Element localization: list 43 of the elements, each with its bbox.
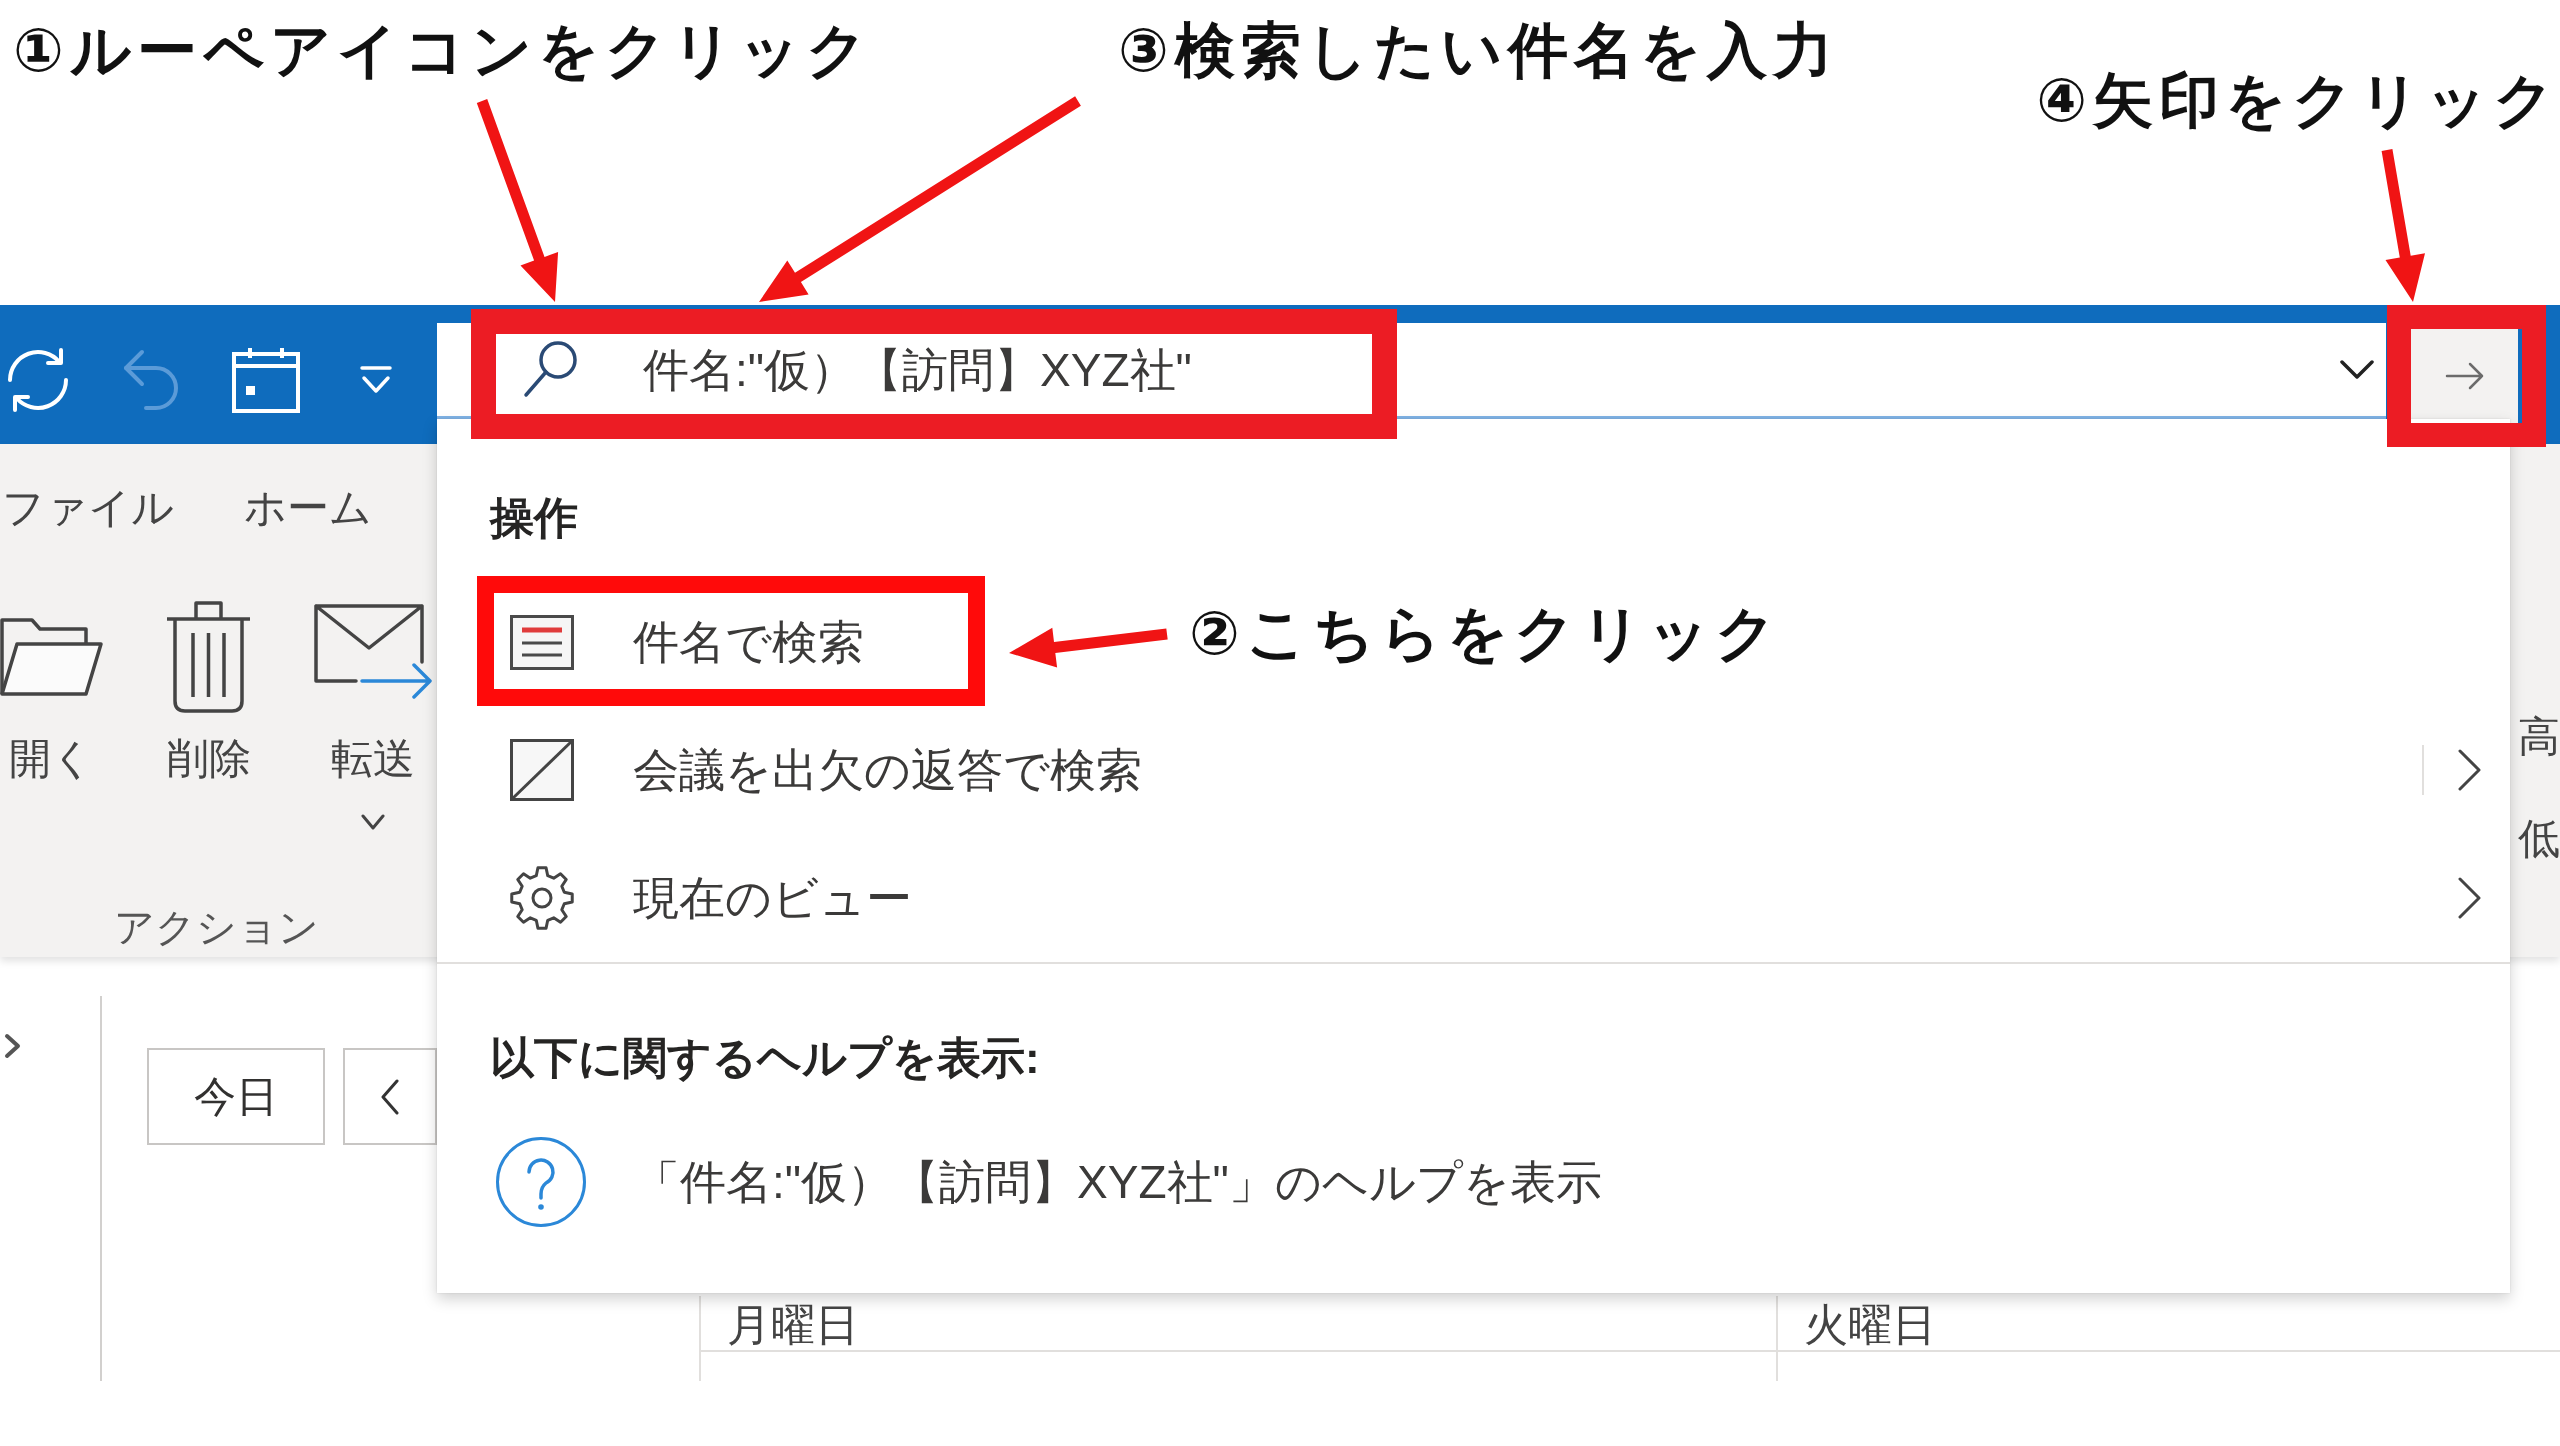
chevron-down-icon[interactable] xyxy=(2340,359,2374,380)
ribbon-button-label[interactable]: 高 xyxy=(2518,712,2560,762)
arrow-icon xyxy=(759,96,1081,302)
refresh-icon[interactable] xyxy=(6,346,70,413)
today-button[interactable]: 今日 xyxy=(147,1048,325,1145)
chevron-left-icon xyxy=(380,1078,400,1115)
trash-icon xyxy=(165,599,252,713)
callout-text: ④矢印をクリック xyxy=(2036,64,2560,136)
search-query[interactable]: 件名:"仮）【訪問】XYZ社" xyxy=(643,341,1192,398)
arrow-icon xyxy=(2381,149,2425,302)
arrow-right-icon xyxy=(2444,361,2485,391)
calendar-icon[interactable] xyxy=(232,346,300,413)
slashed-square-icon xyxy=(510,739,574,801)
callout-text: ③検索したい件名を入力 xyxy=(1118,14,1839,86)
ribbon-button[interactable]: 開く xyxy=(0,616,103,784)
day-header: 月曜日 xyxy=(727,1300,859,1350)
settings-icon xyxy=(510,866,574,930)
menu-item[interactable]: 「件名:"仮）【訪問】XYZ社"」のヘルプを表示 xyxy=(496,1137,1602,1227)
ribbon-button[interactable]: 転送 xyxy=(314,604,432,831)
chevron-down-icon[interactable] xyxy=(361,814,385,831)
chevron-right-icon[interactable] xyxy=(2458,877,2482,919)
callout-text: ①ルーペアイコンをクリック xyxy=(13,14,873,86)
dropdown-icon[interactable] xyxy=(359,364,393,395)
chevron-right-icon[interactable] xyxy=(4,1033,22,1059)
envelope-arrow-icon xyxy=(314,604,432,700)
ribbon-button[interactable]: 削除 xyxy=(165,599,252,784)
ribbon-button-label[interactable]: 低 xyxy=(2518,814,2560,864)
day-header: 火曜日 xyxy=(1804,1300,1936,1350)
callout-text: ②こちらをクリック xyxy=(1189,597,1782,669)
ribbon-tab[interactable]: ファイル xyxy=(2,480,174,536)
menu-item[interactable]: 現在のビュー xyxy=(510,866,912,930)
menu-heading: 操作 xyxy=(490,492,578,544)
group-label: アクション xyxy=(113,904,319,951)
chevron-right-icon[interactable] xyxy=(2458,749,2482,791)
search-icon[interactable] xyxy=(523,341,577,398)
arrow-icon xyxy=(1009,627,1168,668)
menu-item[interactable]: 件名で検索 xyxy=(510,614,864,670)
list-icon xyxy=(510,614,574,670)
help-icon xyxy=(496,1137,586,1227)
arrow-icon xyxy=(476,99,559,302)
menu-item[interactable]: 会議を出欠の返答で検索 xyxy=(510,739,1142,801)
ribbon-tab[interactable]: ホーム xyxy=(244,480,372,536)
menu-heading: 以下に関するヘルプを表示: xyxy=(490,1032,1040,1084)
